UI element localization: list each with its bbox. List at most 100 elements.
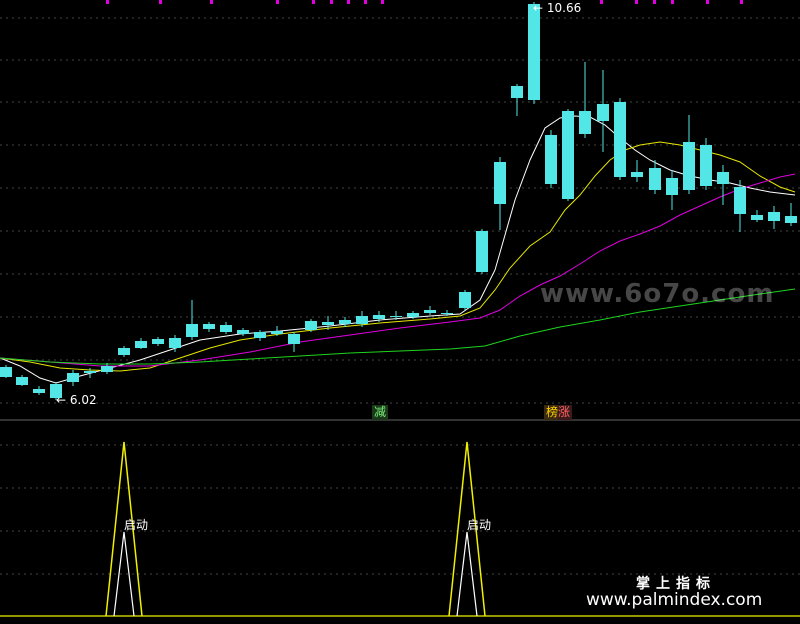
candle	[152, 337, 164, 346]
moving-average-lines	[0, 115, 796, 384]
top-tick	[740, 0, 743, 4]
top-tick	[364, 0, 367, 4]
candle-body	[734, 187, 746, 214]
candle	[511, 84, 523, 116]
ma-yellow-line	[0, 141, 796, 372]
candle-body	[33, 389, 45, 393]
candle	[562, 109, 574, 201]
candle-body	[768, 212, 780, 221]
candlestick-chart	[0, 0, 800, 617]
candle-body	[683, 142, 695, 190]
candle-body	[305, 321, 317, 330]
candle-body	[237, 330, 249, 334]
candle-body	[631, 172, 643, 177]
watermark-url: www.6o7o.com	[540, 279, 775, 309]
top-tick	[276, 0, 279, 4]
candle	[734, 180, 746, 232]
marker-rank: 榜	[544, 405, 559, 420]
candle-body	[118, 348, 130, 355]
ma-white-line	[0, 115, 796, 384]
candle	[717, 165, 729, 205]
brand-url: www.palmindex.com	[586, 590, 763, 610]
candle	[237, 328, 249, 336]
high-price-label: ← 10.66	[533, 1, 582, 15]
candle	[579, 62, 591, 138]
candle-body	[169, 338, 181, 348]
top-tick	[635, 0, 638, 4]
top-tick	[347, 0, 350, 4]
candle	[0, 365, 12, 378]
candle-body	[16, 377, 28, 385]
candle	[101, 363, 113, 374]
top-tick-marks	[106, 0, 743, 4]
top-tick	[330, 0, 333, 4]
candles	[0, 2, 797, 400]
candle	[424, 306, 436, 315]
candle-body	[494, 162, 506, 204]
candle	[271, 326, 283, 336]
top-tick	[381, 0, 384, 4]
signal-label-1: 启动	[124, 518, 149, 532]
marker-limit-up: 涨	[558, 405, 573, 420]
top-tick	[600, 0, 603, 4]
signal-spike-white	[113, 531, 135, 617]
candle	[186, 300, 198, 340]
candle-body	[373, 315, 385, 319]
signal-label-2: 启动	[467, 518, 492, 532]
candle-body	[152, 339, 164, 344]
marker-reduce: 减	[372, 405, 389, 420]
candle	[135, 338, 147, 349]
candle	[683, 115, 695, 194]
candle	[768, 206, 780, 229]
candle-body	[476, 231, 488, 272]
candle	[597, 70, 609, 152]
candle	[751, 210, 763, 222]
candle-body	[84, 371, 96, 373]
candle-body	[186, 324, 198, 337]
candle-body	[511, 86, 523, 98]
candle	[476, 229, 488, 274]
top-tick	[706, 0, 709, 4]
candle	[118, 346, 130, 357]
candle-body	[203, 324, 215, 329]
candle-body	[356, 316, 368, 324]
candle	[220, 322, 232, 334]
candle-body	[254, 332, 266, 338]
candle-body	[441, 313, 453, 314]
top-tick	[159, 0, 162, 4]
candle	[288, 332, 300, 352]
candle-body	[666, 178, 678, 195]
candle	[203, 322, 215, 332]
candle	[67, 370, 79, 386]
low-price-label: ← 6.02	[56, 393, 97, 407]
top-tick	[671, 0, 674, 4]
candle-body	[288, 334, 300, 344]
candle-body	[597, 104, 609, 121]
candle	[16, 375, 28, 386]
top-tick	[312, 0, 315, 4]
candle-body	[614, 102, 626, 177]
candle-body	[0, 367, 12, 377]
candle	[700, 138, 712, 190]
candle-body	[271, 331, 283, 334]
candle-body	[649, 168, 661, 190]
candle-body	[101, 366, 113, 372]
candle	[33, 386, 45, 395]
candle-body	[424, 310, 436, 313]
candle-body	[407, 313, 419, 317]
candle-body	[545, 135, 557, 184]
top-tick	[106, 0, 109, 4]
candle	[785, 203, 797, 226]
candle-body	[390, 316, 402, 317]
candle-body	[579, 111, 591, 134]
candle-body	[135, 341, 147, 348]
candle-body	[717, 172, 729, 184]
candle	[528, 2, 540, 104]
candle	[614, 98, 626, 180]
candle-body	[785, 216, 797, 223]
candle	[254, 330, 266, 341]
candle	[666, 170, 678, 210]
candle-body	[220, 325, 232, 332]
candle-body	[339, 320, 351, 324]
candle	[459, 290, 471, 310]
